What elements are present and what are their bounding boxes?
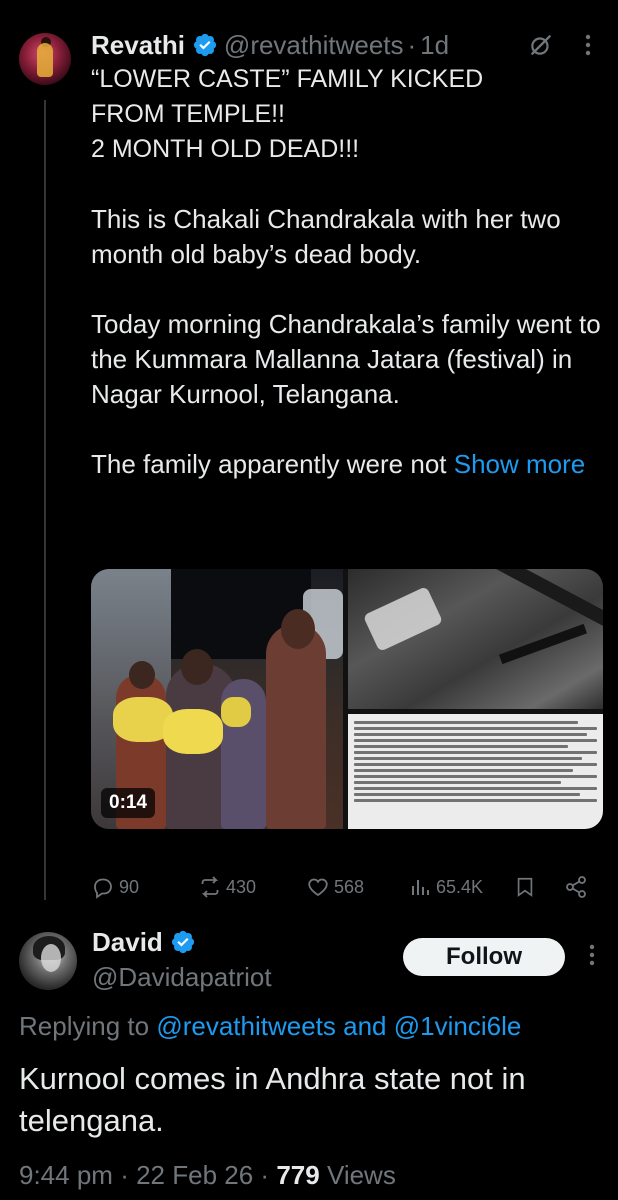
tweet-line: “LOWER CASTE” FAMILY KICKED xyxy=(91,65,484,93)
tweet-time[interactable]: 9:44 pm xyxy=(19,1160,113,1190)
mention-link[interactable]: @1vinci6le xyxy=(394,1011,522,1041)
tweet-line: 2 MONTH OLD DEAD!!! xyxy=(91,135,360,163)
views-label: Views xyxy=(326,1160,396,1190)
separator-dot: · xyxy=(120,1160,129,1190)
repost-button[interactable]: 430 xyxy=(198,872,256,902)
tweet-header: David xyxy=(92,925,202,959)
avatar[interactable] xyxy=(19,33,71,85)
tweet-paragraph: Today morning Chandrakala’s family went … xyxy=(91,309,601,409)
replying-prefix: Replying to xyxy=(19,1011,150,1041)
author-handle[interactable]: @Davidapatriot xyxy=(92,962,272,993)
reply-icon xyxy=(94,878,112,899)
bookmark-icon[interactable] xyxy=(514,875,536,899)
media-image-document[interactable] xyxy=(348,714,603,829)
tweet-header: Revathi @revathitweets · 1d xyxy=(91,27,449,63)
views-button[interactable]: 65.4K xyxy=(408,872,483,902)
repost-icon xyxy=(201,876,219,898)
repost-count: 430 xyxy=(226,876,257,897)
mention-link[interactable]: @revathitweets xyxy=(156,1011,336,1041)
separator-dot: · xyxy=(260,1160,270,1190)
tweet-paragraph: This is Chakali Chandrakala with her two… xyxy=(91,204,561,269)
heart-icon xyxy=(308,878,328,897)
share-icon[interactable] xyxy=(564,875,588,899)
video-thumbnail[interactable]: 0:14 xyxy=(91,569,343,829)
views-count: 779 xyxy=(276,1160,320,1190)
video-duration: 0:14 xyxy=(101,788,156,818)
author-handle[interactable]: @revathitweets xyxy=(224,30,404,61)
author-name[interactable]: David xyxy=(92,927,163,958)
more-options-icon[interactable] xyxy=(582,940,602,970)
tweet-paragraph-text: The family apparently were not xyxy=(91,449,447,479)
media-image[interactable] xyxy=(348,569,603,709)
tweet-date[interactable]: 22 Feb 26 xyxy=(136,1160,253,1190)
tweet-time[interactable]: 1d xyxy=(420,30,449,61)
reply-count: 90 xyxy=(119,876,140,897)
more-options-icon[interactable] xyxy=(578,30,598,60)
thread-line xyxy=(44,100,46,900)
replying-to: Replying to @revathitweets and @1vinci6l… xyxy=(19,1011,521,1042)
author-name[interactable]: Revathi xyxy=(91,30,185,61)
reply-text: Kurnool comes in Andhra state not in tel… xyxy=(19,1061,526,1138)
tweet-paragraph-truncated: The family apparently were not Show more xyxy=(91,447,601,482)
separator-dot: · xyxy=(407,29,417,60)
tweet-text: “LOWER CASTE” FAMILY KICKED FROM TEMPLE!… xyxy=(91,62,601,482)
action-bar: 90 430 568 65.4K xyxy=(91,872,603,902)
verified-badge-icon xyxy=(171,930,194,954)
like-count: 568 xyxy=(334,876,365,897)
verified-badge-icon xyxy=(193,33,217,57)
replying-and[interactable]: and xyxy=(343,1011,386,1041)
reply-button[interactable]: 90 xyxy=(91,872,139,902)
show-more-link[interactable]: Show more xyxy=(454,449,586,479)
tweet-meta: 9:44 pm · 22 Feb 26 · 779 Views xyxy=(19,1160,396,1191)
grok-icon[interactable] xyxy=(528,32,554,58)
tweet-line: FROM TEMPLE!! xyxy=(91,100,286,128)
media-grid: 0:14 xyxy=(91,569,603,829)
views-count: 65.4K xyxy=(436,876,484,897)
follow-button[interactable]: Follow xyxy=(403,938,565,976)
avatar[interactable] xyxy=(19,932,77,990)
like-button[interactable]: 568 xyxy=(306,872,364,902)
analytics-icon xyxy=(412,880,429,895)
